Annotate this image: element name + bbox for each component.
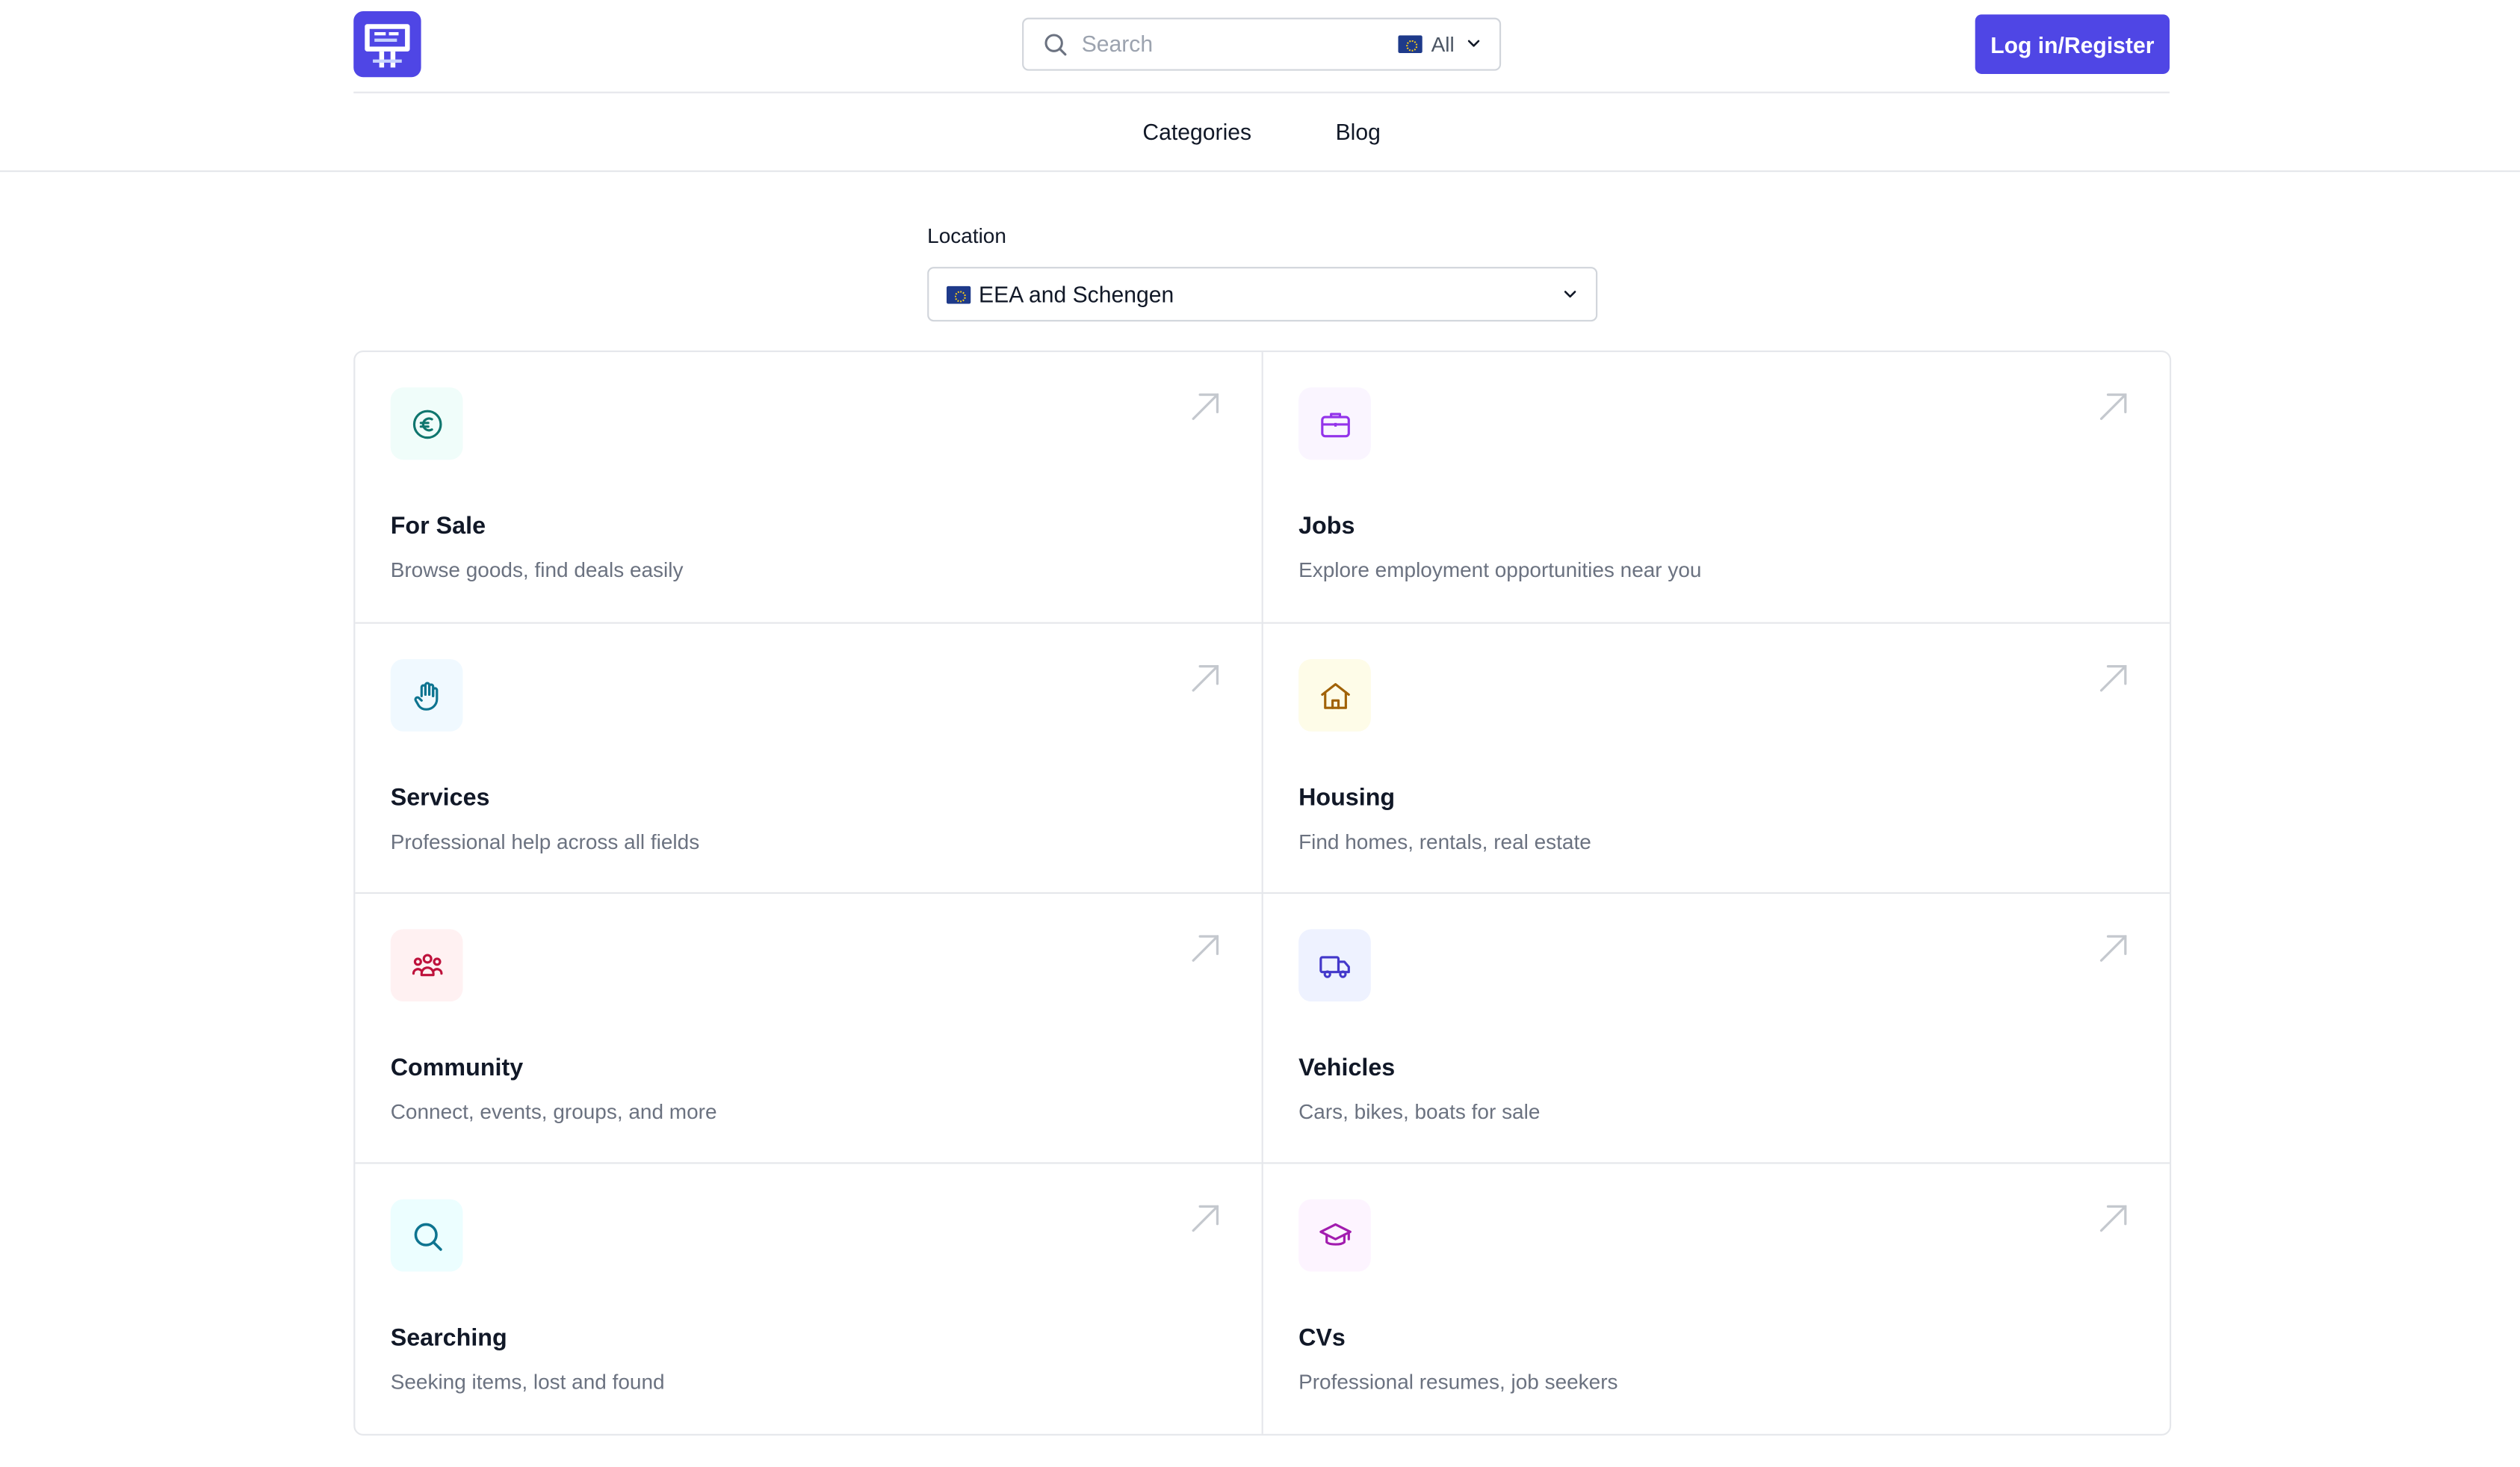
eu-flag-icon (1397, 34, 1422, 52)
card-description: Professional help across all fields (390, 829, 700, 854)
category-card-cvs[interactable]: CVs Professional resumes, job seekers (1263, 1164, 2170, 1433)
card-description: Find homes, rentals, real estate (1298, 829, 1591, 854)
nav-blog[interactable]: Blog (1336, 119, 1381, 144)
main-nav: Categories Blog (0, 93, 2520, 173)
card-title: For Sale (390, 513, 486, 540)
search-bar: All (1022, 17, 1502, 71)
category-card-for-sale[interactable]: For Sale Browse goods, find deals easily (355, 352, 1261, 622)
card-icon-tile (1298, 658, 1371, 732)
card-description: Explore employment opportunities near yo… (1298, 558, 1702, 582)
region-label: All (1431, 31, 1455, 56)
arrow-up-right-icon (1192, 393, 1219, 420)
arrow-up-right-icon (2099, 935, 2127, 962)
card-title: Community (390, 1054, 524, 1082)
card-icon-tile (390, 658, 463, 732)
card-title: Services (390, 784, 490, 812)
top-bar: All Log in/Register (353, 0, 2170, 93)
category-card-vehicles[interactable]: Vehicles Cars, bikes, boats for sale (1263, 894, 2170, 1164)
card-description: Professional resumes, job seekers (1298, 1369, 1618, 1395)
arrow-up-right-icon (1192, 665, 1219, 692)
house-icon (1320, 682, 1349, 708)
card-icon-tile (390, 387, 463, 460)
nav-categories[interactable]: Categories (1142, 119, 1251, 144)
card-description: Cars, bikes, boats for sale (1298, 1099, 1541, 1124)
card-description: Browse goods, find deals easily (390, 558, 684, 582)
location-select[interactable]: EEA and Schengen (927, 267, 1598, 322)
card-title: Jobs (1298, 513, 1355, 540)
category-card-searching[interactable]: Searching Seeking items, lost and found (355, 1164, 1261, 1433)
people-icon (411, 953, 442, 976)
euro-icon (412, 409, 442, 439)
chevron-down-icon (1467, 40, 1480, 47)
arrow-up-right-icon (1192, 935, 1219, 962)
category-grid: For Sale Browse goods, find deals easily… (353, 350, 2172, 1436)
chevron-down-icon (1564, 291, 1576, 298)
card-title: Vehicles (1298, 1054, 1396, 1082)
category-card-services[interactable]: Services Professional help across all fi… (355, 624, 1261, 894)
truck-icon (1319, 955, 1349, 978)
arrow-up-right-icon (2099, 665, 2127, 692)
hand-icon (413, 681, 438, 710)
arrow-up-right-icon (2099, 393, 2127, 420)
arrow-up-right-icon (2099, 1205, 2127, 1232)
category-card-jobs[interactable]: Jobs Explore employment opportunities ne… (1263, 352, 2170, 622)
search-input[interactable] (1081, 28, 1371, 58)
card-icon-tile (1298, 929, 1371, 1002)
card-description: Connect, events, groups, and more (390, 1099, 717, 1124)
card-icon-tile (1298, 1199, 1371, 1272)
location-label: Location (927, 223, 1006, 248)
graduation-cap-icon (1319, 1222, 1351, 1245)
search-icon (1044, 34, 1067, 56)
login-register-button[interactable]: Log in/Register (1975, 14, 2170, 74)
card-title: Searching (390, 1324, 507, 1353)
eu-flag-icon (946, 285, 971, 304)
logo[interactable] (353, 11, 421, 78)
card-icon-tile (1298, 387, 1371, 460)
arrow-up-right-icon (1192, 1205, 1219, 1232)
briefcase-icon (1320, 412, 1349, 437)
card-icon-tile (390, 929, 463, 1002)
location-value: EEA and Schengen (979, 281, 1174, 307)
card-icon-tile (390, 1199, 463, 1272)
card-title: CVs (1298, 1324, 1346, 1353)
category-card-housing[interactable]: Housing Find homes, rentals, real estate (1263, 624, 2170, 894)
region-dropdown[interactable]: All (1397, 29, 1483, 58)
category-card-community[interactable]: Community Connect, events, groups, and m… (355, 894, 1261, 1164)
magnifier-icon (413, 1222, 442, 1250)
card-description: Seeking items, lost and found (390, 1369, 665, 1395)
billboard-logo-icon (365, 24, 410, 68)
card-title: Housing (1298, 784, 1396, 812)
